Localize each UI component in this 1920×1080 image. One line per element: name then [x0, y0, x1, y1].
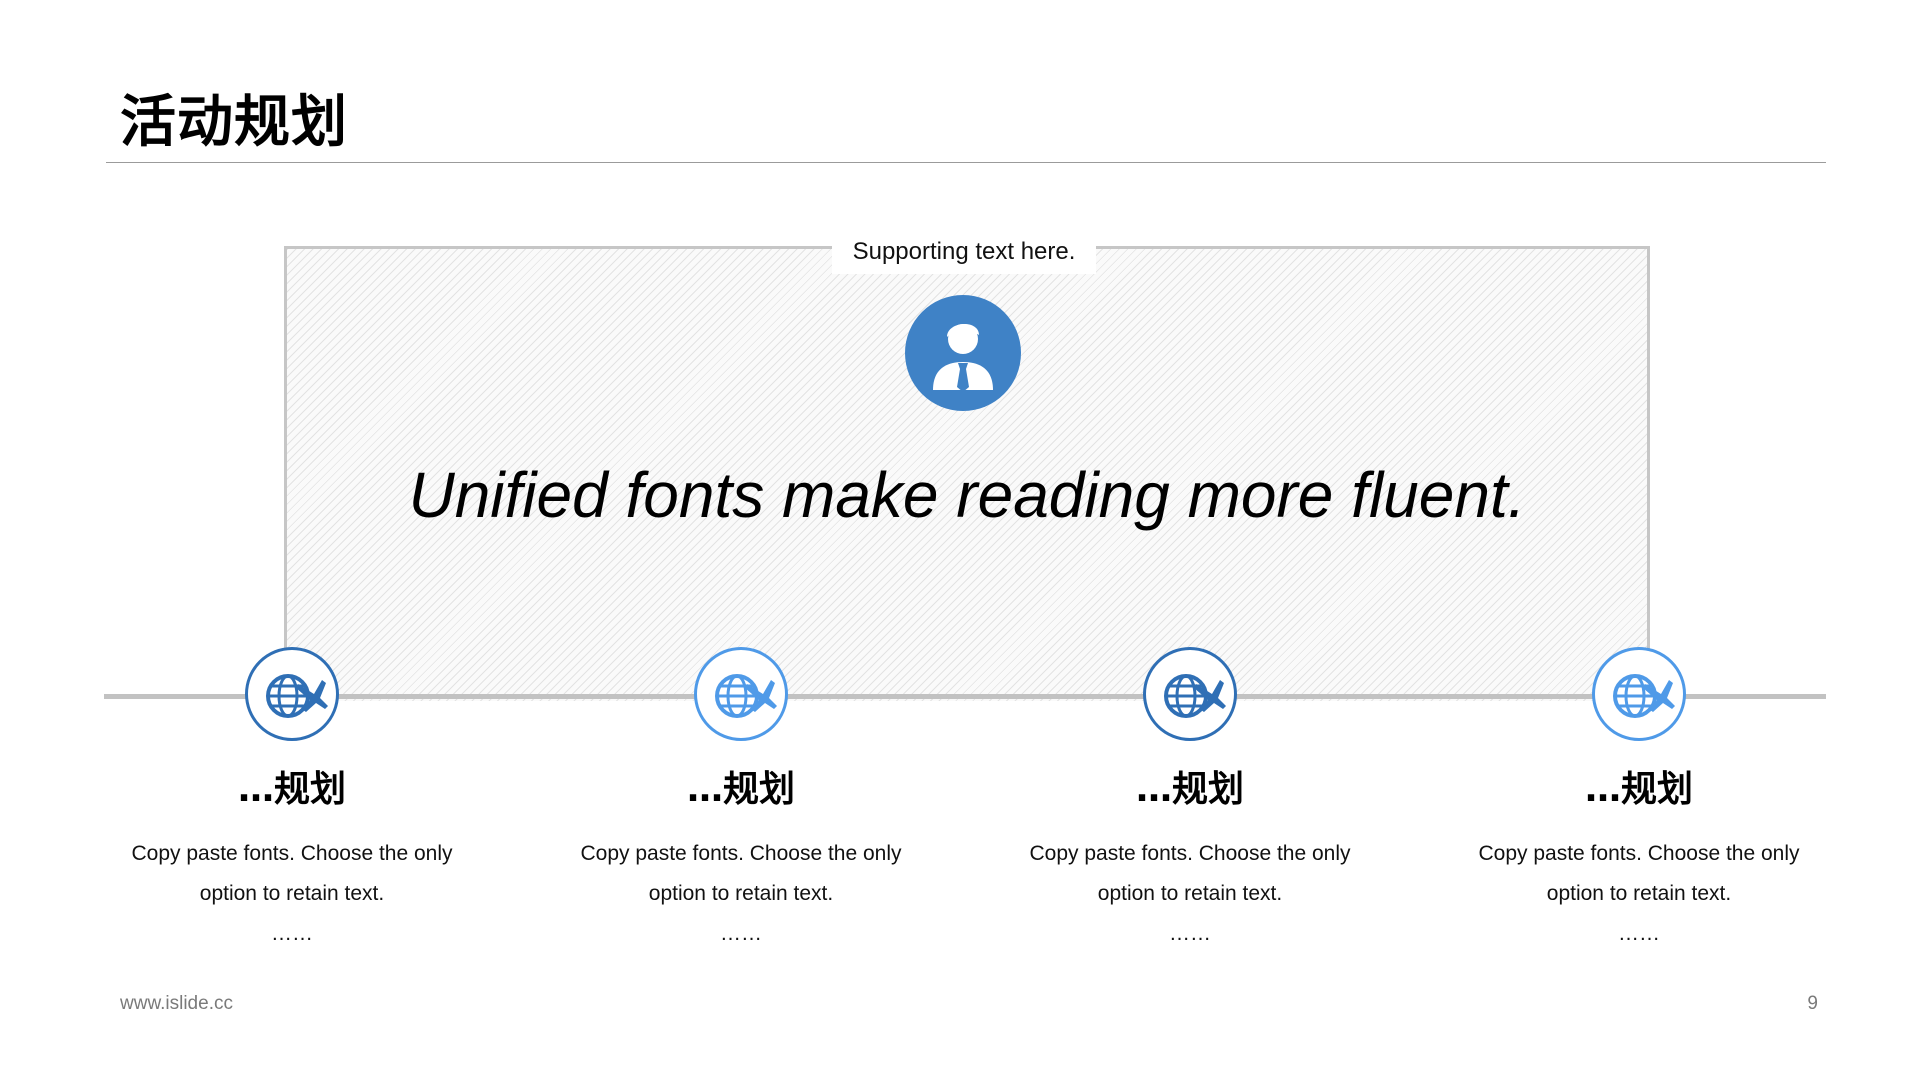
globe-plane-icon	[245, 647, 339, 741]
step-3-title: …规划	[1135, 769, 1244, 810]
businessman-icon	[905, 295, 1021, 411]
step-3-description: Copy paste fonts. Choose the only option…	[1029, 842, 1351, 945]
timeline-line	[104, 694, 1826, 699]
step-4-description: Copy paste fonts. Choose the only option…	[1478, 842, 1800, 945]
step-1-title: …规划	[237, 769, 346, 810]
tagline: Unified fonts make reading more fluent.	[408, 459, 1526, 531]
step-1-description: Copy paste fonts. Choose the only option…	[131, 842, 453, 945]
footer-url: www.islide.cc	[120, 993, 233, 1014]
globe-plane-icon	[1592, 647, 1686, 741]
supporting-text: Supporting text here.	[832, 230, 1096, 274]
step-2-description: Copy paste fonts. Choose the only option…	[580, 842, 902, 945]
page-title: 活动规划	[120, 90, 348, 155]
globe-plane-icon	[1143, 647, 1237, 741]
page-number: 9	[1807, 993, 1818, 1014]
globe-plane-icon	[694, 647, 788, 741]
title-divider	[106, 162, 1826, 163]
step-2-title: …规划	[686, 769, 795, 810]
step-4-title: …规划	[1584, 769, 1693, 810]
